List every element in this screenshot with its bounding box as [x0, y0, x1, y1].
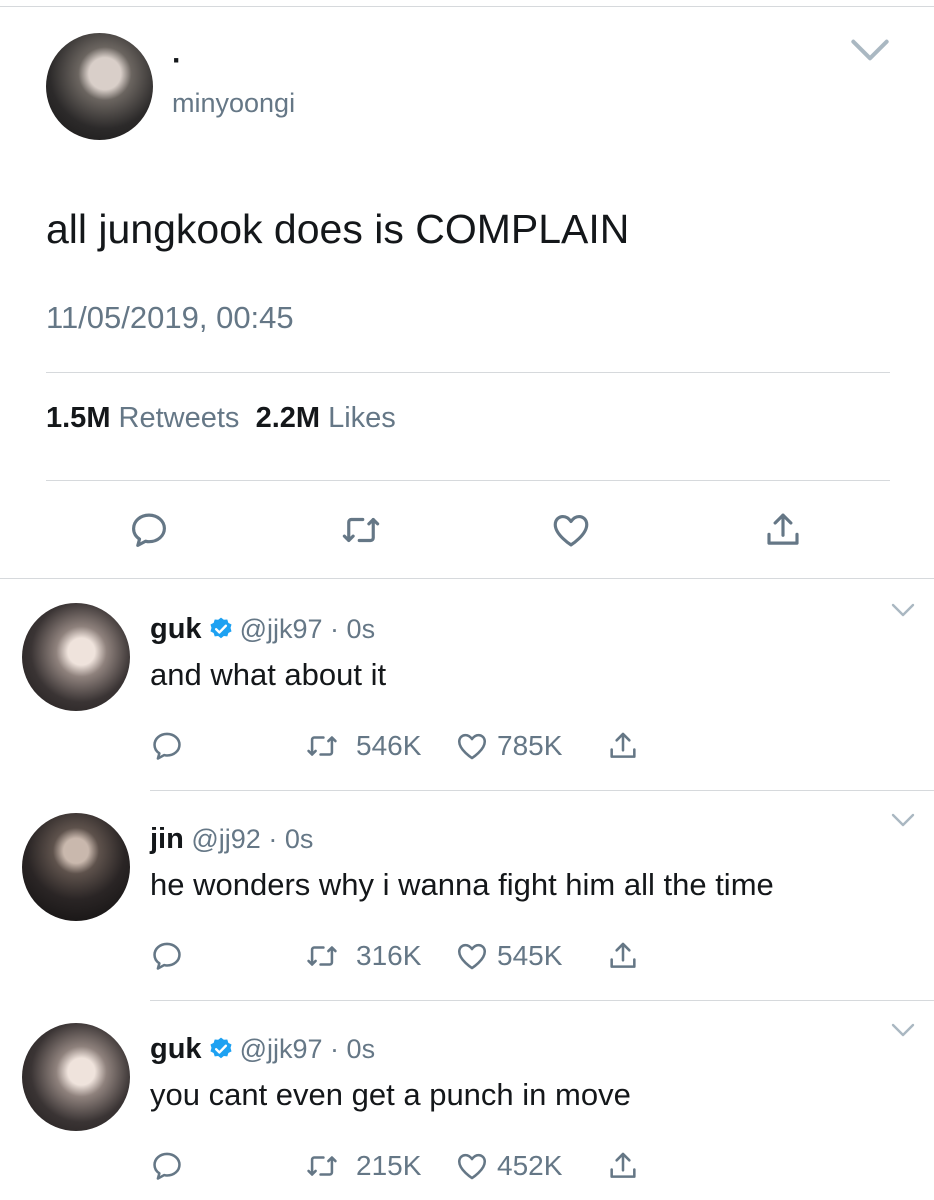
reply-text: and what about it [150, 657, 387, 692]
reply-display-name[interactable]: guk [150, 613, 202, 645]
share-icon[interactable] [606, 1149, 640, 1183]
tweet-timestamp: 11/05/2019, 00:45 [46, 300, 294, 335]
like-icon[interactable] [550, 509, 592, 551]
reply-display-name[interactable]: guk [150, 1033, 202, 1065]
retweet-icon[interactable] [340, 509, 382, 551]
likes-count[interactable]: 2.2M [256, 402, 320, 434]
reply-display-name[interactable]: jin [150, 823, 184, 855]
divider [46, 480, 890, 481]
retweet-count: 215K [356, 1150, 422, 1181]
reply-icon[interactable] [150, 729, 184, 763]
reply-text: you cant even get a punch in move [150, 1077, 631, 1112]
reply-handle[interactable]: @jjk97 [240, 614, 323, 644]
retweets-count[interactable]: 1.5M [46, 402, 110, 434]
share-icon[interactable] [606, 939, 640, 973]
share-icon[interactable] [606, 729, 640, 763]
likes-label[interactable]: Likes [328, 402, 396, 434]
retweet-count: 316K [356, 940, 422, 971]
reply-header: guk @jjk97 · 0s [150, 1033, 375, 1065]
tweet-stats: 1.5M Retweets 2.2M Likes [46, 400, 396, 436]
reply-header: guk @jjk97 · 0s [150, 613, 375, 645]
reply-icon[interactable] [150, 939, 184, 973]
reply-text: he wonders why i wanna fight him all the… [150, 867, 774, 902]
top-divider [0, 6, 934, 7]
like-icon[interactable] [455, 939, 489, 973]
like-icon[interactable] [455, 1149, 489, 1183]
separator-dot: · [330, 1034, 340, 1064]
reply-handle[interactable]: @jj92 [191, 824, 260, 854]
display-name[interactable]: · [172, 46, 182, 76]
like-icon[interactable] [455, 729, 489, 763]
verified-badge-icon [208, 1036, 234, 1062]
retweet-icon[interactable] [305, 1149, 339, 1183]
avatar[interactable] [22, 813, 130, 921]
username[interactable]: minyoongi [172, 88, 295, 118]
reply-icon[interactable] [128, 509, 170, 551]
divider [150, 790, 934, 791]
divider [46, 372, 890, 373]
separator-dot: · [268, 824, 278, 854]
tweet-text: all jungkook does is COMPLAIN [46, 206, 630, 252]
divider [150, 1000, 934, 1001]
reply-handle[interactable]: @jjk97 [240, 1034, 323, 1064]
avatar[interactable] [22, 1023, 130, 1131]
reply-time: 0s [284, 824, 314, 854]
divider [0, 578, 934, 579]
like-count: 452K [497, 1150, 563, 1181]
reply-icon[interactable] [150, 1149, 184, 1183]
chevron-down-icon[interactable] [890, 813, 916, 827]
retweet-count: 546K [356, 730, 422, 761]
like-count: 545K [497, 940, 563, 971]
avatar[interactable] [22, 603, 130, 711]
separator-dot: · [330, 614, 340, 644]
chevron-down-icon[interactable] [890, 1023, 916, 1037]
avatar[interactable] [46, 33, 153, 140]
retweets-label[interactable]: Retweets [119, 402, 240, 434]
retweet-icon[interactable] [305, 729, 339, 763]
like-count: 785K [497, 730, 563, 761]
chevron-down-icon[interactable] [890, 603, 916, 617]
reply-time: 0s [346, 1034, 376, 1064]
reply-time: 0s [346, 614, 376, 644]
share-icon[interactable] [762, 509, 804, 551]
chevron-down-icon[interactable] [850, 38, 890, 62]
retweet-icon[interactable] [305, 939, 339, 973]
verified-badge-icon [208, 616, 234, 642]
reply-header: jin @jj92 · 0s [150, 823, 313, 855]
